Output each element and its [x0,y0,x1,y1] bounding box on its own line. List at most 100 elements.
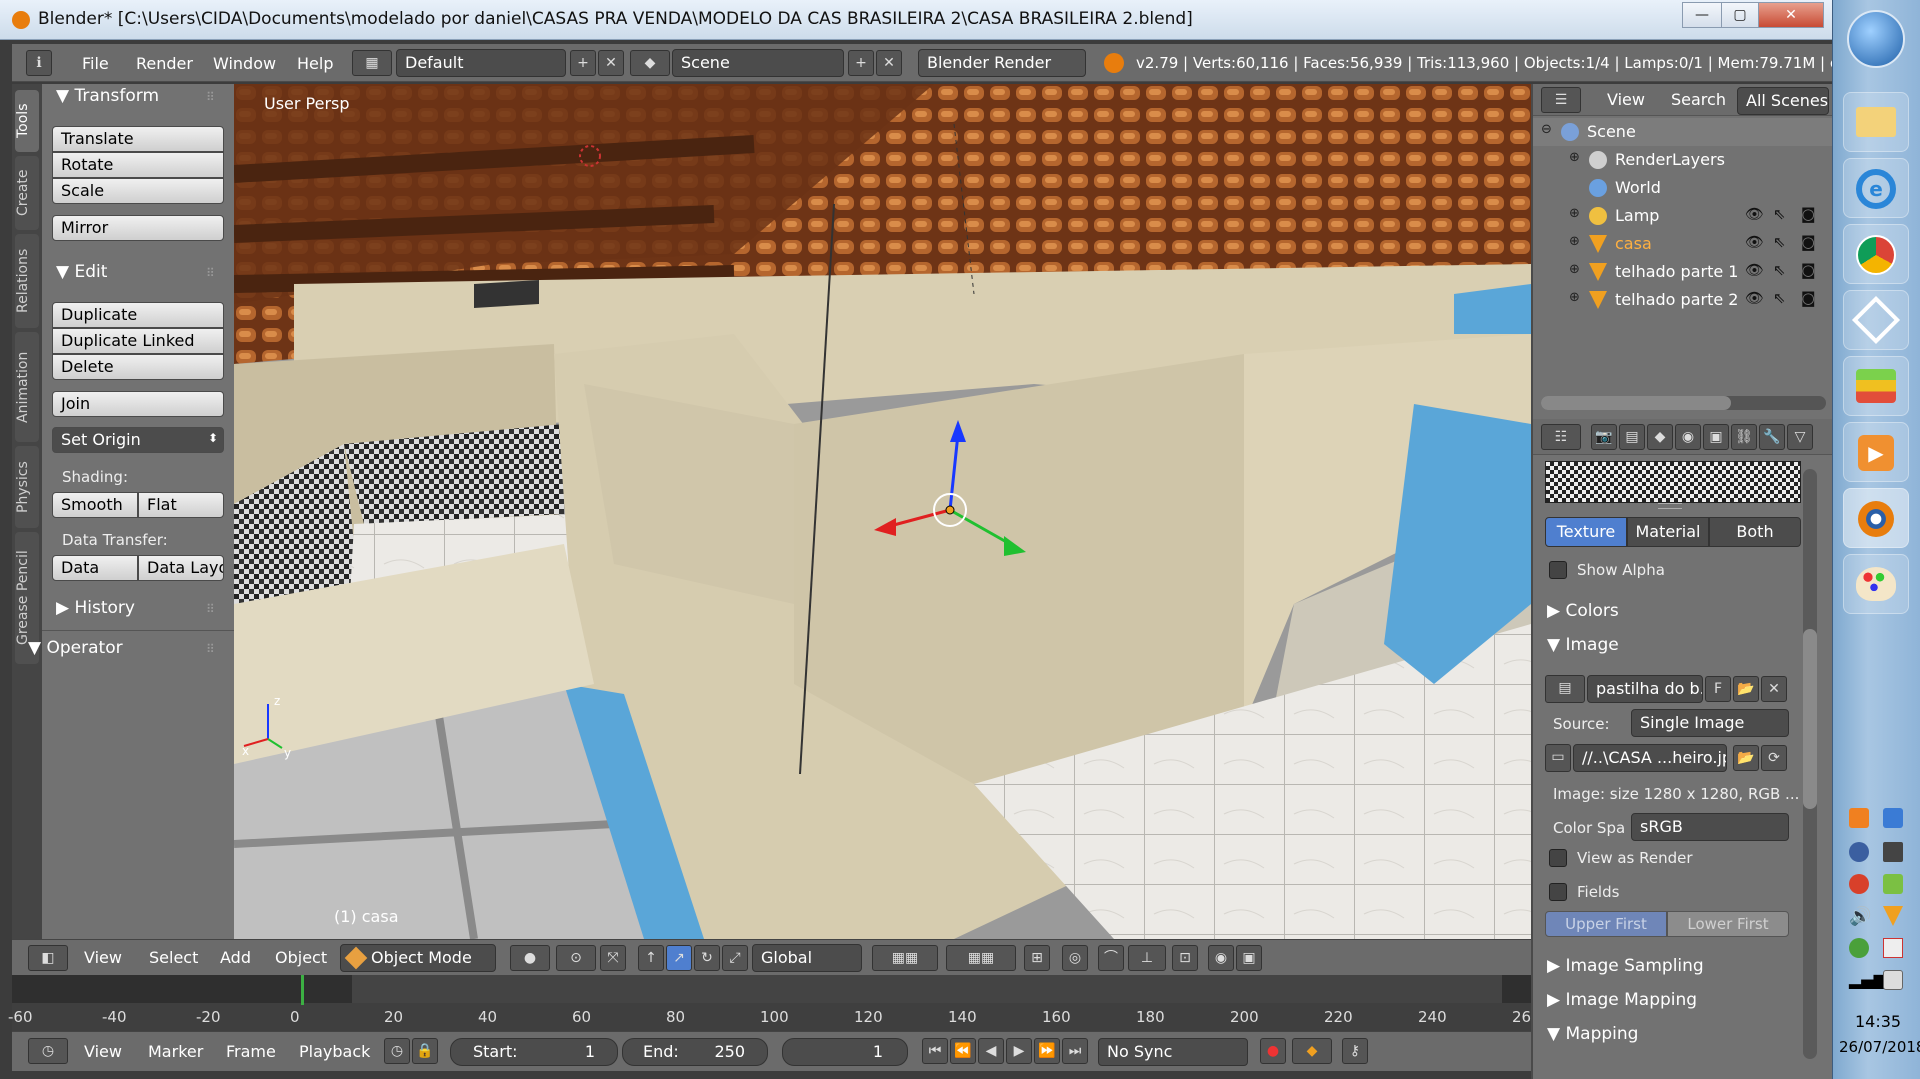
bluestacks-icon[interactable] [1843,356,1909,416]
delete-button[interactable]: Delete [52,354,224,380]
image-name-field[interactable]: pastilha do b... [1587,675,1703,703]
outliner-menu-view[interactable]: View [1607,90,1645,109]
modifiers-tab-icon[interactable]: 🔧 [1759,424,1785,450]
tab-texture[interactable]: Texture [1545,517,1627,547]
cursor-icon[interactable]: ⇖ [1773,261,1786,279]
blender-icon[interactable] [1843,488,1909,548]
layer-lock-icon[interactable]: ⊞ [1024,945,1050,971]
fake-user-button[interactable]: F [1705,676,1731,702]
play-icon[interactable]: ▶ [1006,1038,1032,1064]
color-space-select[interactable]: sRGB [1631,813,1789,841]
mirror-button[interactable]: Mirror [52,215,224,241]
keying-set-icon[interactable]: ◆ [1292,1038,1332,1064]
outliner-row[interactable]: ⊕ casa 👁 ⇖ ◙ [1533,230,1832,258]
cursor-icon[interactable]: ⇖ [1773,205,1786,223]
next-keyframe-icon[interactable]: ⏩ [1034,1038,1060,1064]
render-icon[interactable]: ◙ [1801,233,1816,251]
upper-first-button[interactable]: Upper First [1545,911,1667,937]
expand-toggle-icon[interactable]: ⊕ [1569,150,1580,165]
menu-frame[interactable]: Frame [226,1042,276,1061]
fields-checkbox[interactable] [1549,883,1567,901]
scroll-thumb[interactable] [1541,396,1731,410]
view-as-render-checkbox[interactable] [1549,849,1567,867]
outliner-row[interactable]: ⊕ RenderLayers [1533,146,1832,174]
render-icon[interactable]: ◙ [1801,205,1816,223]
expand-toggle-icon[interactable]: ⊕ [1569,234,1580,249]
scene-tab-icon[interactable]: ◆ [1647,424,1673,450]
preview-resize-grip[interactable] [1658,503,1682,509]
jump-end-icon[interactable]: ⏭ [1062,1038,1088,1064]
clock-date[interactable]: 26/07/2018 [1839,1038,1920,1056]
tray-network-icon[interactable] [1883,808,1903,828]
scale-button[interactable]: Scale [52,178,224,204]
tab-physics[interactable]: Physics [15,446,39,528]
open-image-icon[interactable]: 📂 [1733,676,1759,702]
duplicate-linked-button[interactable]: Duplicate Linked [52,328,224,354]
mapping-panel-header[interactable]: ▼ Mapping [1547,1024,1638,1044]
browse-file-icon[interactable]: 📂 [1733,745,1759,771]
display-mode-select[interactable]: All Scenes [1737,87,1829,115]
render-still-icon[interactable]: ◉ [1208,945,1234,971]
sync-select[interactable]: No Sync [1098,1038,1248,1066]
menu-render[interactable]: Render [136,54,193,73]
preview-range-icon[interactable]: ◷ [384,1038,410,1064]
cursor-icon[interactable]: ⇖ [1773,289,1786,307]
menu-view[interactable]: View [84,948,122,967]
colors-panel-header[interactable]: ▶ Colors [1547,601,1619,621]
expand-toggle-icon[interactable]: ⊕ [1569,262,1580,277]
image-browse-icon[interactable]: ▤ [1545,675,1585,703]
rotate-button[interactable]: Rotate [52,152,224,178]
scale-manipulator-icon[interactable]: ⤢ [722,945,748,971]
world-tab-icon[interactable]: ◉ [1675,424,1701,450]
menu-window[interactable]: Window [213,54,276,73]
screen-layout-icon[interactable]: ▦ [352,50,392,76]
history-panel-header[interactable]: ▶ History [56,598,135,618]
volume-icon[interactable]: 🔊 [1849,906,1871,927]
menu-timeline-view[interactable]: View [84,1042,122,1061]
scene-field[interactable]: Scene [672,49,844,77]
eye-icon[interactable]: 👁 [1745,233,1764,251]
operator-panel-header[interactable]: ▼ Operator [28,638,123,658]
add-scene-icon[interactable]: + [848,50,874,76]
record-icon[interactable]: ● [1260,1038,1286,1064]
paint-icon[interactable] [1843,554,1909,614]
lower-first-button[interactable]: Lower First [1667,911,1789,937]
menu-marker[interactable]: Marker [148,1042,203,1061]
show-alpha-checkbox[interactable] [1549,561,1567,579]
outliner-scrollbar[interactable] [1541,396,1826,410]
edit-panel-header[interactable]: ▼ Edit [56,262,107,282]
explorer-icon[interactable] [1843,92,1909,152]
outliner-editor-icon[interactable]: ☰ [1541,87,1581,113]
cursor-icon[interactable]: ⇖ [1773,233,1786,251]
security-icon[interactable] [1849,874,1869,894]
tab-material[interactable]: Material [1627,517,1709,547]
info-editor-icon[interactable]: ℹ [26,50,52,76]
outliner-row[interactable]: ⊖ Scene [1533,118,1832,146]
power-icon[interactable] [1883,970,1903,990]
layers-grid-2[interactable]: ▦▦ [946,945,1016,971]
chrome-icon[interactable] [1843,224,1909,284]
action-center-icon[interactable] [1883,938,1903,958]
translate-manipulator-icon[interactable]: ↑ [638,945,664,971]
prev-keyframe-icon[interactable]: ⏪ [950,1038,976,1064]
display-icon[interactable] [1883,842,1903,862]
properties-scrollbar[interactable] [1803,469,1817,1059]
image-mapping-panel-header[interactable]: ▶ Image Mapping [1547,990,1697,1010]
proportional-edit-icon[interactable]: ◎ [1062,945,1088,971]
render-tab-icon[interactable]: 📷 [1591,424,1617,450]
expand-toggle-icon[interactable]: ⊖ [1541,122,1552,137]
eye-icon[interactable]: 👁 [1745,205,1764,223]
remove-scene-icon[interactable]: ✕ [876,50,902,76]
pivot-point-icon[interactable]: ⊙ [556,945,596,971]
render-icon[interactable]: ◙ [1801,289,1816,307]
add-layout-icon[interactable]: + [570,50,596,76]
eye-icon[interactable]: 👁 [1745,289,1764,307]
data-button[interactable]: Data [52,555,138,581]
outliner-menu-search[interactable]: Search [1671,90,1726,109]
wifi-icon[interactable]: ▂▄▆ [1849,970,1886,989]
update-icon[interactable] [1849,938,1869,958]
translate-active-icon[interactable]: ↗ [666,945,692,971]
menu-help[interactable]: Help [297,54,333,73]
play-reverse-icon[interactable]: ◀ [978,1038,1004,1064]
editor-type-icon[interactable]: ◧ [28,945,68,971]
